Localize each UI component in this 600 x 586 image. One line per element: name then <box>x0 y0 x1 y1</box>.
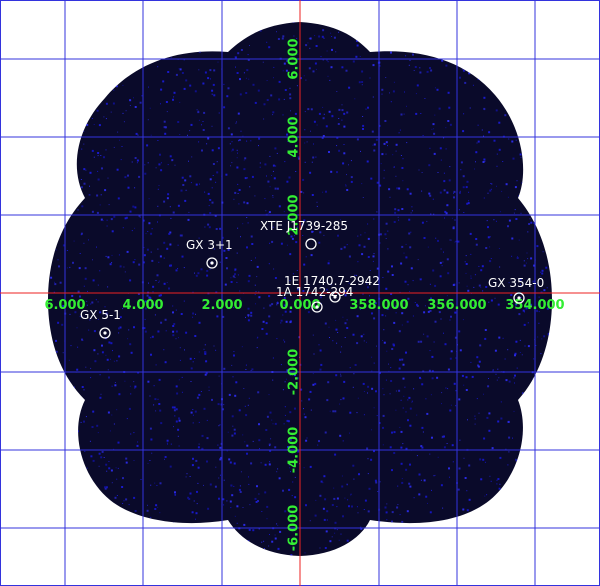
longitude-tick-label: 4.000 <box>122 298 163 313</box>
sky-map-svg: 6.000 4.000 2.000 0.000 358.000 356.000 354.00… <box>0 0 600 586</box>
longitude-tick-labels: 6.000 4.000 2.000 0.000 358.000 356.000 354.00… <box>44 298 564 313</box>
source-label: GX 5-1 <box>80 308 121 322</box>
source-label: XTE J1739-285 <box>260 219 348 233</box>
source-marker-dot <box>315 305 319 309</box>
latitude-tick-label: -4.000 <box>287 427 302 474</box>
source-marker-dot <box>210 261 214 265</box>
longitude-tick-label: 356.000 <box>427 298 486 313</box>
source-label: GX 354-0 <box>488 276 544 290</box>
latitude-tick-label: 4.000 <box>287 116 302 157</box>
latitude-tick-label: -6.000 <box>287 505 302 552</box>
longitude-tick-label: 2.000 <box>201 298 242 313</box>
source-marker-dot <box>517 296 521 300</box>
longitude-tick-label: 358.000 <box>349 298 408 313</box>
source-label: 1A 1742-294 <box>276 285 353 299</box>
sky-map-image: 6.000 4.000 2.000 0.000 358.000 356.000 354.00… <box>0 0 600 586</box>
source-label: GX 3+1 <box>186 238 233 252</box>
latitude-tick-label: 6.000 <box>287 38 302 79</box>
latitude-tick-label: -2.000 <box>287 349 302 396</box>
source-marker-dot <box>103 331 107 335</box>
